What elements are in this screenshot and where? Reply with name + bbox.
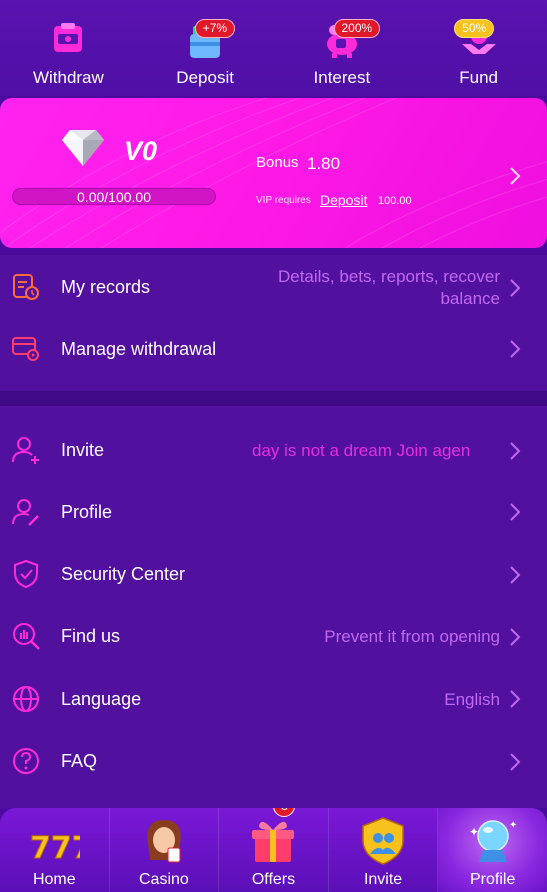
menu-row-manage-withdrawal[interactable]: Manage withdrawal: [0, 325, 547, 373]
nav-offers-label: Offers: [251, 871, 296, 888]
menu-row-language[interactable]: Language English: [0, 677, 547, 723]
vip-progress-text: 0.00/100.00: [77, 189, 151, 205]
chevron-right-icon: [510, 442, 521, 460]
menu-row-invite[interactable]: Invite day is not a dream Join agen: [0, 428, 547, 474]
shield-badge-icon: [362, 817, 404, 865]
svg-text:✦: ✦: [509, 820, 517, 831]
shield-check-icon: [14, 559, 38, 589]
chevron-right-icon: [510, 690, 521, 708]
language-label: Language: [61, 689, 142, 709]
my-records-desc-line2: balance: [440, 289, 500, 308]
chevron-right-icon: [510, 628, 521, 646]
chevron-right-icon: [510, 279, 521, 297]
diamond-icon: [62, 130, 104, 166]
profile-label: Profile: [61, 502, 113, 522]
nav-invite-label: Invite: [363, 871, 403, 888]
nav-offers[interactable]: 3 Offers: [219, 808, 329, 892]
my-records-label: My records: [61, 277, 151, 297]
vip-progress-bar: 0.00/100.00: [12, 188, 216, 205]
nav-casino[interactable]: Casino: [110, 808, 220, 892]
card-swirl-decoration: [0, 98, 547, 248]
777-slot-icon: 777: [30, 831, 81, 867]
nav-home-label: Home: [32, 871, 76, 888]
question-circle-icon: [13, 748, 39, 774]
fund-button[interactable]: 50% Fund: [410, 0, 547, 96]
menu-row-find-us[interactable]: Find us Prevent it from opening: [0, 614, 547, 660]
user-edit-icon: [12, 499, 39, 526]
user-plus-icon: [12, 437, 39, 464]
vip-level: V0: [124, 136, 158, 166]
nav-casino-label: Casino: [138, 871, 189, 888]
chevron-right-icon: [510, 753, 521, 771]
interest-badge: 200%: [333, 19, 381, 38]
invite-label: Invite: [61, 440, 105, 460]
interest-label: Interest: [313, 68, 371, 87]
nav-profile-label: Profile: [469, 871, 516, 888]
card-gear-icon: [12, 337, 39, 361]
deposit-button[interactable]: +7% Deposit: [137, 0, 274, 96]
withdraw-button[interactable]: Withdraw: [0, 0, 137, 96]
top-actions-bar: Withdraw +7% Deposit 200% Interest 50% F…: [0, 0, 547, 96]
menu-row-profile[interactable]: Profile: [0, 490, 547, 536]
withdraw-label: Withdraw: [32, 68, 104, 87]
chevron-right-icon: [510, 340, 521, 358]
records-icon: [13, 274, 39, 300]
find-us-label: Find us: [61, 626, 121, 646]
svg-text:✦: ✦: [469, 825, 479, 839]
fund-badge: 50%: [454, 19, 495, 38]
chevron-right-icon: [510, 503, 521, 521]
menu-row-security-center[interactable]: Security Center: [0, 552, 547, 598]
search-chart-icon: [13, 623, 40, 650]
nav-home[interactable]: 777 Home: [0, 808, 110, 892]
nav-profile[interactable]: ✦ ✦ Profile: [438, 808, 547, 892]
my-records-desc-line1: Details, bets, reports, recover: [277, 267, 500, 286]
vip-deposit-link[interactable]: Deposit: [320, 192, 367, 208]
vip-bonus-value: 1.80: [307, 154, 341, 173]
deposit-badge: +7%: [194, 19, 236, 38]
chevron-right-icon: [510, 167, 521, 185]
crystal-ball-icon: ✦ ✦: [469, 820, 517, 862]
language-value: English: [444, 690, 500, 709]
chevron-right-icon: [510, 566, 521, 584]
find-us-desc: Prevent it from opening: [324, 627, 500, 646]
section-divider: [0, 391, 547, 406]
my-records-desc: Details, bets, reports, recover balance: [278, 266, 500, 310]
interest-button[interactable]: 200% Interest: [274, 0, 411, 96]
gift-box-icon: [252, 821, 295, 862]
manage-withdrawal-label: Manage withdrawal: [61, 339, 217, 359]
nav-invite[interactable]: Invite: [329, 808, 439, 892]
vip-bonus-label: Bonus: [256, 154, 299, 171]
vip-requires-label: VIP requires: [256, 195, 311, 206]
globe-icon: [13, 686, 39, 712]
security-center-label: Security Center: [61, 564, 186, 584]
invite-marquee-text: day is not a dream Join agen: [252, 441, 471, 460]
svg-text:777: 777: [30, 831, 80, 866]
bottom-nav: 777 Home Casino 3 Offers Invite: [0, 808, 547, 892]
fund-label: Fund: [459, 68, 498, 87]
dealer-girl-icon: [147, 820, 181, 863]
vip-requires-amount: 100.00: [378, 195, 412, 207]
vip-card[interactable]: [0, 98, 547, 248]
menu-row-my-records[interactable]: My records Details, bets, reports, recov…: [0, 262, 547, 314]
faq-label: FAQ: [61, 751, 98, 771]
menu-row-faq[interactable]: FAQ: [0, 739, 547, 785]
deposit-label: Deposit: [176, 68, 234, 87]
wallet-card-icon: [54, 23, 83, 52]
